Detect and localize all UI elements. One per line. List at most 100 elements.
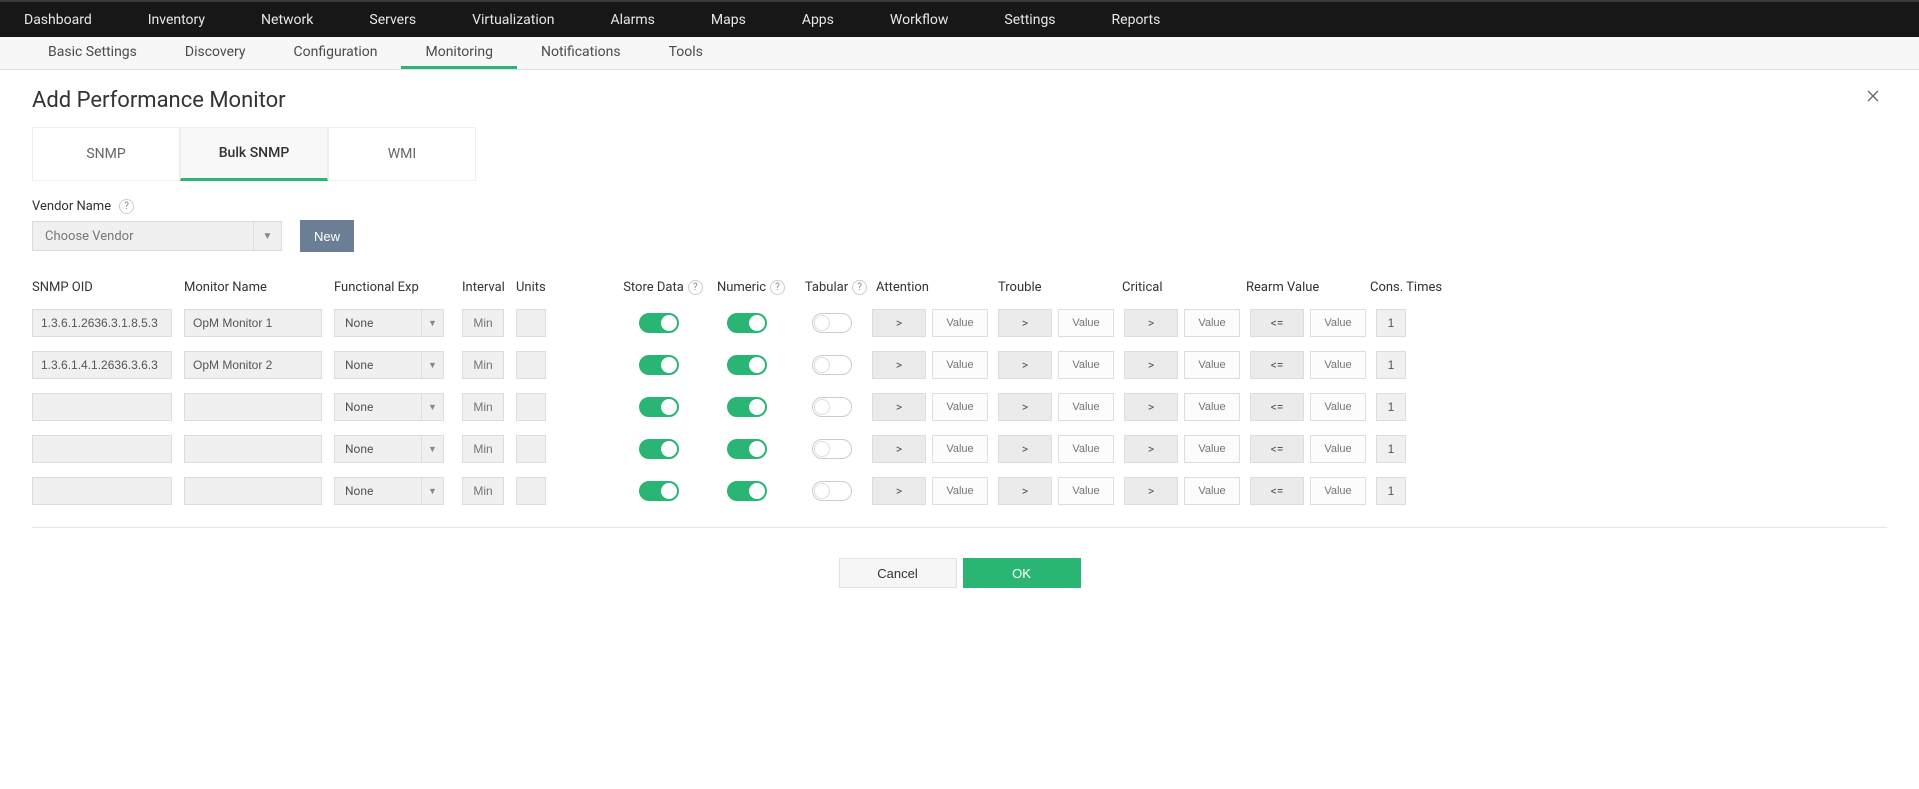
sub-nav-item[interactable]: Notifications <box>517 37 645 69</box>
attention-op-select[interactable]: > <box>872 351 926 379</box>
cons-times-input[interactable] <box>1376 477 1406 505</box>
rearm-op-select[interactable]: <= <box>1250 309 1304 337</box>
ok-button[interactable]: OK <box>963 558 1081 588</box>
rearm-value-input[interactable] <box>1310 351 1366 379</box>
snmp-oid-input[interactable] <box>32 351 172 379</box>
attention-op-select[interactable]: > <box>872 393 926 421</box>
tab-bulk-snmp[interactable]: Bulk SNMP <box>180 127 328 181</box>
functional-exp-select[interactable]: None▼ <box>334 309 444 337</box>
trouble-value-input[interactable] <box>1058 435 1114 463</box>
help-icon[interactable]: ? <box>770 280 785 295</box>
attention-value-input[interactable] <box>932 351 988 379</box>
store-data-toggle[interactable] <box>639 313 679 333</box>
trouble-op-select[interactable]: > <box>998 309 1052 337</box>
top-nav-item[interactable]: Alarms <box>610 1 682 38</box>
tabular-toggle[interactable] <box>812 397 852 417</box>
rearm-value-input[interactable] <box>1310 393 1366 421</box>
monitor-name-input[interactable] <box>184 351 322 379</box>
critical-value-input[interactable] <box>1184 393 1240 421</box>
attention-op-select[interactable]: > <box>872 435 926 463</box>
attention-op-select[interactable]: > <box>872 309 926 337</box>
attention-op-select[interactable]: > <box>872 477 926 505</box>
help-icon[interactable]: ? <box>852 280 867 295</box>
trouble-op-select[interactable]: > <box>998 351 1052 379</box>
functional-exp-select[interactable]: None▼ <box>334 393 444 421</box>
snmp-oid-input[interactable] <box>32 435 172 463</box>
critical-op-select[interactable]: > <box>1124 309 1178 337</box>
trouble-value-input[interactable] <box>1058 477 1114 505</box>
tabular-toggle[interactable] <box>812 439 852 459</box>
critical-value-input[interactable] <box>1184 435 1240 463</box>
tab-wmi[interactable]: WMI <box>328 127 476 181</box>
tabular-toggle[interactable] <box>812 313 852 333</box>
sub-nav-item[interactable]: Basic Settings <box>24 37 161 69</box>
interval-input[interactable] <box>462 435 504 463</box>
top-nav-item[interactable]: Settings <box>1004 1 1083 38</box>
cons-times-input[interactable] <box>1376 351 1406 379</box>
trouble-value-input[interactable] <box>1058 309 1114 337</box>
tab-snmp[interactable]: SNMP <box>32 127 180 181</box>
close-icon[interactable] <box>1863 86 1883 110</box>
top-nav-item[interactable]: Workflow <box>890 1 977 38</box>
attention-value-input[interactable] <box>932 393 988 421</box>
rearm-op-select[interactable]: <= <box>1250 435 1304 463</box>
critical-op-select[interactable]: > <box>1124 393 1178 421</box>
units-input[interactable] <box>516 309 546 337</box>
units-input[interactable] <box>516 351 546 379</box>
sub-nav-item[interactable]: Configuration <box>270 37 402 69</box>
functional-exp-select[interactable]: None▼ <box>334 477 444 505</box>
snmp-oid-input[interactable] <box>32 477 172 505</box>
units-input[interactable] <box>516 435 546 463</box>
top-nav-item[interactable]: Apps <box>802 1 862 38</box>
top-nav-item[interactable]: Virtualization <box>472 1 582 38</box>
vendor-select[interactable]: Choose Vendor ▼ <box>32 221 282 251</box>
rearm-op-select[interactable]: <= <box>1250 351 1304 379</box>
numeric-toggle[interactable] <box>727 397 767 417</box>
critical-op-select[interactable]: > <box>1124 477 1178 505</box>
snmp-oid-input[interactable] <box>32 393 172 421</box>
trouble-op-select[interactable]: > <box>998 435 1052 463</box>
trouble-op-select[interactable]: > <box>998 477 1052 505</box>
help-icon[interactable]: ? <box>688 280 703 295</box>
interval-input[interactable] <box>462 393 504 421</box>
monitor-name-input[interactable] <box>184 309 322 337</box>
rearm-value-input[interactable] <box>1310 477 1366 505</box>
trouble-value-input[interactable] <box>1058 393 1114 421</box>
critical-value-input[interactable] <box>1184 309 1240 337</box>
top-nav-item[interactable]: Servers <box>369 1 444 38</box>
cons-times-input[interactable] <box>1376 393 1406 421</box>
store-data-toggle[interactable] <box>639 481 679 501</box>
numeric-toggle[interactable] <box>727 439 767 459</box>
rearm-op-select[interactable]: <= <box>1250 393 1304 421</box>
attention-value-input[interactable] <box>932 435 988 463</box>
units-input[interactable] <box>516 393 546 421</box>
top-nav-item[interactable]: Reports <box>1112 1 1189 38</box>
trouble-op-select[interactable]: > <box>998 393 1052 421</box>
tabular-toggle[interactable] <box>812 481 852 501</box>
store-data-toggle[interactable] <box>639 439 679 459</box>
store-data-toggle[interactable] <box>639 355 679 375</box>
sub-nav-item[interactable]: Discovery <box>161 37 270 69</box>
rearm-value-input[interactable] <box>1310 309 1366 337</box>
critical-value-input[interactable] <box>1184 477 1240 505</box>
rearm-value-input[interactable] <box>1310 435 1366 463</box>
attention-value-input[interactable] <box>932 309 988 337</box>
interval-input[interactable] <box>462 309 504 337</box>
cons-times-input[interactable] <box>1376 435 1406 463</box>
numeric-toggle[interactable] <box>727 481 767 501</box>
functional-exp-select[interactable]: None▼ <box>334 351 444 379</box>
critical-value-input[interactable] <box>1184 351 1240 379</box>
units-input[interactable] <box>516 477 546 505</box>
numeric-toggle[interactable] <box>727 313 767 333</box>
critical-op-select[interactable]: > <box>1124 351 1178 379</box>
monitor-name-input[interactable] <box>184 393 322 421</box>
help-icon[interactable]: ? <box>119 199 134 214</box>
trouble-value-input[interactable] <box>1058 351 1114 379</box>
numeric-toggle[interactable] <box>727 355 767 375</box>
top-nav-item[interactable]: Dashboard <box>24 1 120 38</box>
sub-nav-item[interactable]: Monitoring <box>401 37 517 69</box>
monitor-name-input[interactable] <box>184 477 322 505</box>
top-nav-item[interactable]: Network <box>261 1 341 38</box>
attention-value-input[interactable] <box>932 477 988 505</box>
critical-op-select[interactable]: > <box>1124 435 1178 463</box>
